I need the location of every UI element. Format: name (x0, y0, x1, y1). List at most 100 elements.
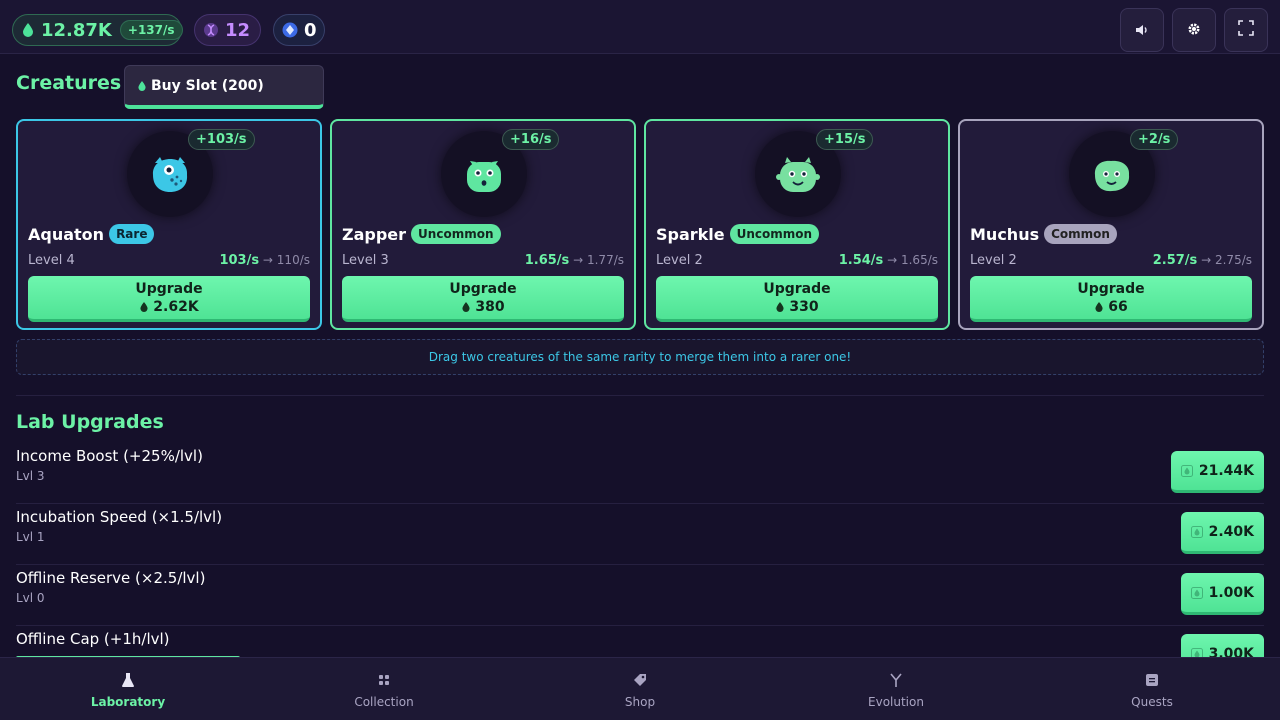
creature-rate-badge: +2/s (1130, 129, 1179, 150)
upgrade-label: Upgrade (449, 280, 517, 297)
lab-upgrade-cost: 21.44K (1198, 462, 1254, 479)
essence-rate: +137/s (119, 20, 183, 40)
settings-button[interactable] (1172, 8, 1216, 52)
sparkle-creature-icon (776, 157, 820, 192)
creature-level: Level 2 (656, 253, 703, 268)
upgrade-cost: 66 (1094, 298, 1128, 316)
essence-drop-icon (1190, 525, 1203, 538)
creature-level: Level 2 (970, 253, 1017, 268)
creature-rate-badge: +15/s (816, 129, 874, 150)
scroll-icon (1145, 669, 1159, 691)
essence-drop-icon (139, 301, 149, 313)
upgrade-cost-value: 66 (1108, 298, 1128, 315)
arrow-icon: → (887, 253, 901, 267)
nav-label: Laboratory (90, 695, 166, 709)
nav-label: Shop (624, 695, 656, 709)
nav-laboratory[interactable]: Laboratory (0, 658, 256, 720)
lab-upgrades-title: Lab Upgrades (16, 411, 164, 433)
fullscreen-button[interactable] (1224, 8, 1268, 52)
gem-icon (282, 22, 298, 38)
nav-quests[interactable]: Quests (1024, 658, 1280, 720)
creature-card[interactable]: +2/s Muchus Common Level 2 2.57/s → 2.75… (958, 119, 1264, 330)
lab-upgrade-name: Offline Cap (+1h/lvl) (16, 630, 170, 648)
top-bar: 12.87K +137/s 12 0 (0, 0, 1280, 54)
lab-upgrade-name: Income Boost (+25%/lvl) (16, 447, 203, 465)
upgrade-cost-value: 380 (475, 298, 505, 315)
creature-name: Muchus Common (970, 224, 1117, 244)
buy-slot-button[interactable]: Buy Slot (200) (124, 65, 324, 109)
bottom-nav: Laboratory Collection Shop Evolution Que… (0, 657, 1280, 720)
section-divider (16, 395, 1264, 396)
creature-name: Sparkle Uncommon (656, 224, 820, 244)
upgrade-cost: 380 (461, 298, 505, 316)
creature-level: Level 3 (342, 253, 389, 268)
rarity-badge: Rare (109, 224, 155, 244)
income-next: 110/s (276, 253, 310, 267)
income-next: 1.77/s (586, 253, 624, 267)
essence-drop-icon (1180, 464, 1193, 477)
upgrade-label: Upgrade (763, 280, 831, 297)
rarity-badge: Uncommon (411, 224, 501, 244)
creature-income: 1.65/s → 1.77/s (525, 253, 624, 268)
upgrade-label: Upgrade (135, 280, 203, 297)
fullscreen-icon (1238, 20, 1254, 40)
upgrade-label: Upgrade (1077, 280, 1145, 297)
creature-card[interactable]: +15/s Sparkle Uncommon Level 2 1.54/s → … (644, 119, 950, 330)
creature-name-text: Sparkle (656, 224, 725, 244)
lab-upgrade-buy-button[interactable]: 21.44K (1170, 451, 1264, 493)
creatures-title: Creatures (16, 72, 122, 94)
income-next: 2.75/s (1214, 253, 1252, 267)
essence-value: 12.87K (41, 19, 112, 41)
arrow-icon: → (573, 253, 587, 267)
lab-upgrade-name: Incubation Speed (×1.5/lvl) (16, 508, 223, 526)
lab-upgrade-cost: 2.40K (1208, 523, 1254, 540)
creature-level: Level 4 (28, 253, 75, 268)
income-current: 1.65/s (524, 253, 570, 268)
creature-name-text: Aquaton (28, 224, 105, 244)
grid-icon (378, 669, 390, 691)
creature-name-text: Zapper (342, 224, 407, 244)
gem-value: 0 (304, 19, 317, 41)
income-current: 1.54/s (838, 253, 884, 268)
lab-upgrade-row: Incubation Speed (×1.5/lvl) Lvl 1 2.40K (16, 504, 1264, 565)
rarity-badge: Uncommon (729, 224, 820, 244)
upgrade-button[interactable]: Upgrade 66 (970, 276, 1252, 322)
upgrade-cost-value: 330 (789, 298, 819, 315)
essence-drop-icon (1094, 301, 1104, 313)
lab-upgrade-row: Offline Reserve (×2.5/lvl) Lvl 0 1.00K (16, 565, 1264, 626)
nav-shop[interactable]: Shop (512, 658, 768, 720)
lab-upgrade-cost: 1.00K (1208, 584, 1254, 601)
creature-card[interactable]: +16/s Zapper Uncommon Level 3 1.65/s → 1… (330, 119, 636, 330)
upgrade-button[interactable]: Upgrade 2.62K (28, 276, 310, 322)
tag-icon (633, 669, 647, 691)
creature-name: Zapper Uncommon (342, 224, 501, 244)
arrow-icon: → (1201, 253, 1215, 267)
nav-collection[interactable]: Collection (256, 658, 512, 720)
lab-upgrade-buy-button[interactable]: 2.40K (1180, 512, 1264, 554)
sound-button[interactable] (1120, 8, 1164, 52)
zapper-creature-icon (467, 161, 501, 192)
upgrade-button[interactable]: Upgrade 330 (656, 276, 938, 322)
creature-rate-badge: +16/s (502, 129, 560, 150)
creature-card[interactable]: +103/s Aquaton Rare Level 4 103/s → 110/… (16, 119, 322, 330)
muchus-creature-icon (1094, 160, 1130, 192)
upgrade-button[interactable]: Upgrade 380 (342, 276, 624, 322)
branch-icon (889, 669, 903, 691)
income-next: 1.65/s (900, 253, 938, 267)
creature-rate-badge: +103/s (188, 129, 255, 150)
lab-upgrade-name: Offline Reserve (×2.5/lvl) (16, 569, 206, 587)
creature-name-text: Muchus (970, 224, 1040, 244)
buy-slot-label: Buy Slot (200) (151, 77, 264, 94)
gear-icon (1187, 21, 1201, 40)
nav-label: Collection (354, 695, 414, 709)
nav-label: Quests (1131, 695, 1173, 709)
lab-upgrade-buy-button[interactable]: 1.00K (1180, 573, 1264, 615)
lab-upgrade-row: Income Boost (+25%/lvl) Lvl 3 21.44K (16, 443, 1264, 504)
dna-icon (203, 22, 219, 38)
nav-evolution[interactable]: Evolution (768, 658, 1024, 720)
arrow-icon: → (262, 253, 277, 267)
essence-drop-icon (461, 301, 471, 313)
creature-income: 2.57/s → 2.75/s (1153, 253, 1252, 268)
nav-label: Evolution (868, 695, 924, 709)
lab-upgrade-level: Lvl 1 (16, 530, 45, 544)
